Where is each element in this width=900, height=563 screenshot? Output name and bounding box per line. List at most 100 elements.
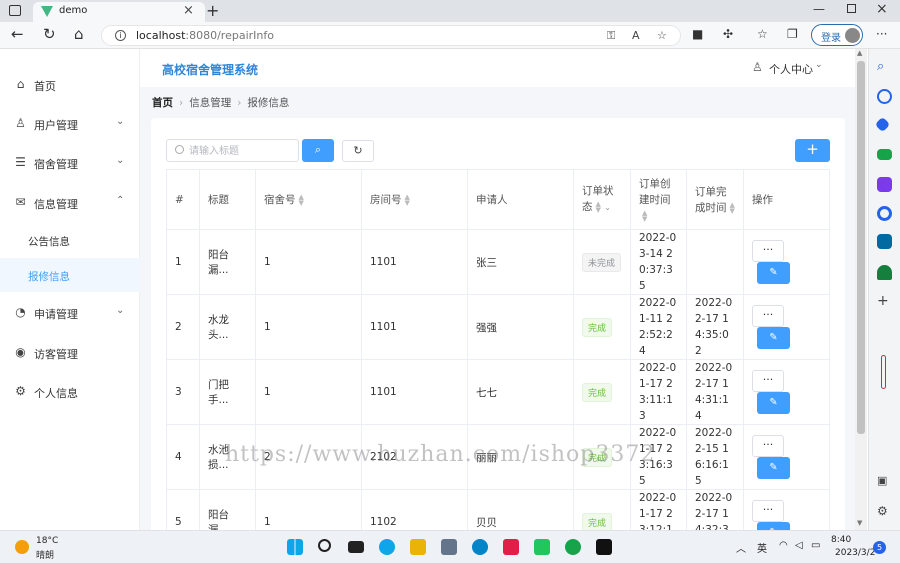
reset-button[interactable]: ↻ [342,140,374,162]
minimize-icon[interactable]: — [813,2,825,16]
sidebar-subitem-announcements[interactable]: 公告信息 [0,223,140,257]
file-explorer-icon[interactable] [410,539,426,555]
sidebar-item-dorms[interactable]: ☰ 宿舍管理 ⌄ [0,145,140,181]
new-tab-icon[interactable]: + [206,1,219,20]
address-toolbar: ← ↻ ⌂ i localhost:8080/repairInfo ⚿ A ☆ … [0,22,900,49]
sort-icon[interactable]: ▲ ▼ [730,201,735,214]
start-icon[interactable] [287,539,303,555]
search-input[interactable] [189,143,294,159]
sort-icon[interactable]: ▲ ▼ [405,194,410,207]
key-icon[interactable]: ⚿ [607,29,615,43]
login-button[interactable]: 登录 [811,24,863,46]
jetbrains-icon[interactable] [503,539,519,555]
page-scrollbar[interactable]: ▲ ▼ [855,49,867,530]
tray-chevron-up-icon[interactable]: ︿ [736,540,746,555]
search-field[interactable] [166,139,299,162]
task-view-icon[interactable] [348,541,364,553]
edit-button[interactable]: ✎ [757,457,790,479]
back-arrow-icon[interactable]: ← [11,25,24,43]
gear-icon[interactable]: ⚙ [877,504,892,519]
collections-icon[interactable]: ❐ [787,27,798,41]
home-icon[interactable]: ⌂ [74,25,84,43]
sidebar-item-users[interactable]: ♙ 用户管理 ⌄ [0,106,140,142]
user-menu-label[interactable]: 个人中心 [769,61,813,77]
sort-icon[interactable]: ▲ ▼ [642,209,647,222]
edge-icon[interactable] [379,539,395,555]
col-dorm[interactable]: 宿舍号 ▲ ▼ [255,169,362,230]
cell-index: 3 [166,359,200,425]
edit-button[interactable]: ✎ [757,392,790,414]
favorites-icon[interactable]: ☆ [757,27,768,41]
url-host: localhost [136,29,186,42]
add-button[interactable]: + [795,139,830,162]
extension-game-icon[interactable]: ■ [692,27,703,41]
favorite-add-icon[interactable]: ☆ [657,29,667,42]
sidebar-item-applications[interactable]: ◔ 申请管理 ⌄ [0,295,140,331]
breadcrumb-home[interactable]: 首页 [152,97,173,109]
tree-icon[interactable] [877,265,892,280]
ie-icon[interactable] [472,539,488,555]
url-bar[interactable]: i localhost:8080/repairInfo ⚿ A ☆ [101,25,681,46]
tools-icon[interactable] [877,149,892,160]
extensions-icon[interactable]: ✣ [723,27,733,41]
search-button[interactable]: ⌕ [302,139,334,162]
sort-icon[interactable]: ▲ ▼ [299,194,304,207]
weather-sun-icon[interactable] [15,540,29,554]
chevron-down-icon[interactable]: ⌄ [815,60,823,70]
url-text[interactable]: localhost:8080/repairInfo [136,29,274,42]
search-icon[interactable]: ⌕ [877,59,892,74]
col-room[interactable]: 房间号 ▲ ▼ [361,169,468,230]
plus-icon[interactable]: + [877,293,892,309]
volume-icon[interactable]: ◁ [795,540,803,551]
more-button[interactable]: ··· [752,370,784,392]
window-close-icon[interactable]: × [876,1,888,17]
sidebar-item-info[interactable]: ✉ 信息管理 ⌃ [0,185,140,221]
more-button[interactable]: ··· [752,305,784,327]
reload-icon[interactable]: ↻ [43,25,56,43]
read-aloud-icon[interactable]: A [632,29,640,42]
sidebar-toggle-icon[interactable]: ▣ [877,474,892,489]
user-icon[interactable]: ♙ [752,60,763,74]
wifi-icon[interactable]: ◠ [779,540,788,551]
battery-icon[interactable]: ▭ [811,540,820,551]
search-icon[interactable] [318,539,331,552]
photos-icon[interactable] [441,539,457,555]
sort-icon[interactable]: ▲ ▼ [596,201,601,214]
games-icon[interactable] [877,177,892,192]
filter-icon[interactable]: ⌄ [604,203,611,212]
outlook-icon[interactable] [877,234,892,249]
login-label: 登录 [821,33,841,44]
hbuilder-icon[interactable] [534,539,550,555]
scroll-up-icon[interactable]: ▲ [857,49,862,57]
clock-time[interactable]: 8:40 [831,535,851,545]
maximize-icon[interactable] [847,4,856,13]
more-button[interactable]: ··· [752,435,784,457]
sidebar-item-visitors[interactable]: ◉ 访客管理 [0,335,140,371]
col-created[interactable]: 订单创建时间 ▲ ▼ [630,169,687,230]
edit-button[interactable]: ✎ [757,262,790,284]
scrollbar-thumb[interactable] [857,61,865,434]
col-status[interactable]: 订单状态 ▲ ▼ ⌄ [573,169,631,230]
sidebar-subitem-repairs[interactable]: 报修信息 [0,258,140,292]
scroll-down-icon[interactable]: ▼ [857,519,862,527]
notification-badge[interactable]: 5 [873,541,886,554]
tab-actions-icon[interactable] [9,5,21,16]
tab-close-icon[interactable]: × [183,3,194,18]
sidebar-item-label: 信息管理 [34,198,78,211]
ime-indicator[interactable]: 英 [757,540,767,555]
sidebar-item-profile[interactable]: ⚙ 个人信息 [0,374,140,410]
office-icon[interactable] [877,206,892,221]
wechat-icon[interactable] [565,539,581,555]
more-button[interactable]: ··· [752,500,784,522]
more-button[interactable]: ··· [752,240,784,262]
col-finished[interactable]: 订单完成时间 ▲ ▼ [686,169,744,230]
bing-icon[interactable] [877,89,892,104]
clock-date[interactable]: 2023/3/2 [835,548,875,558]
sidebar-item-home[interactable]: ⌂ 首页 [0,67,140,103]
site-info-icon[interactable]: i [115,30,126,41]
terminal-icon[interactable] [596,539,612,555]
edit-button[interactable]: ✎ [757,327,790,349]
browser-tab[interactable]: demo × [33,2,205,22]
shopping-tag-icon[interactable] [874,116,891,133]
more-menu-icon[interactable]: ··· [876,27,887,41]
